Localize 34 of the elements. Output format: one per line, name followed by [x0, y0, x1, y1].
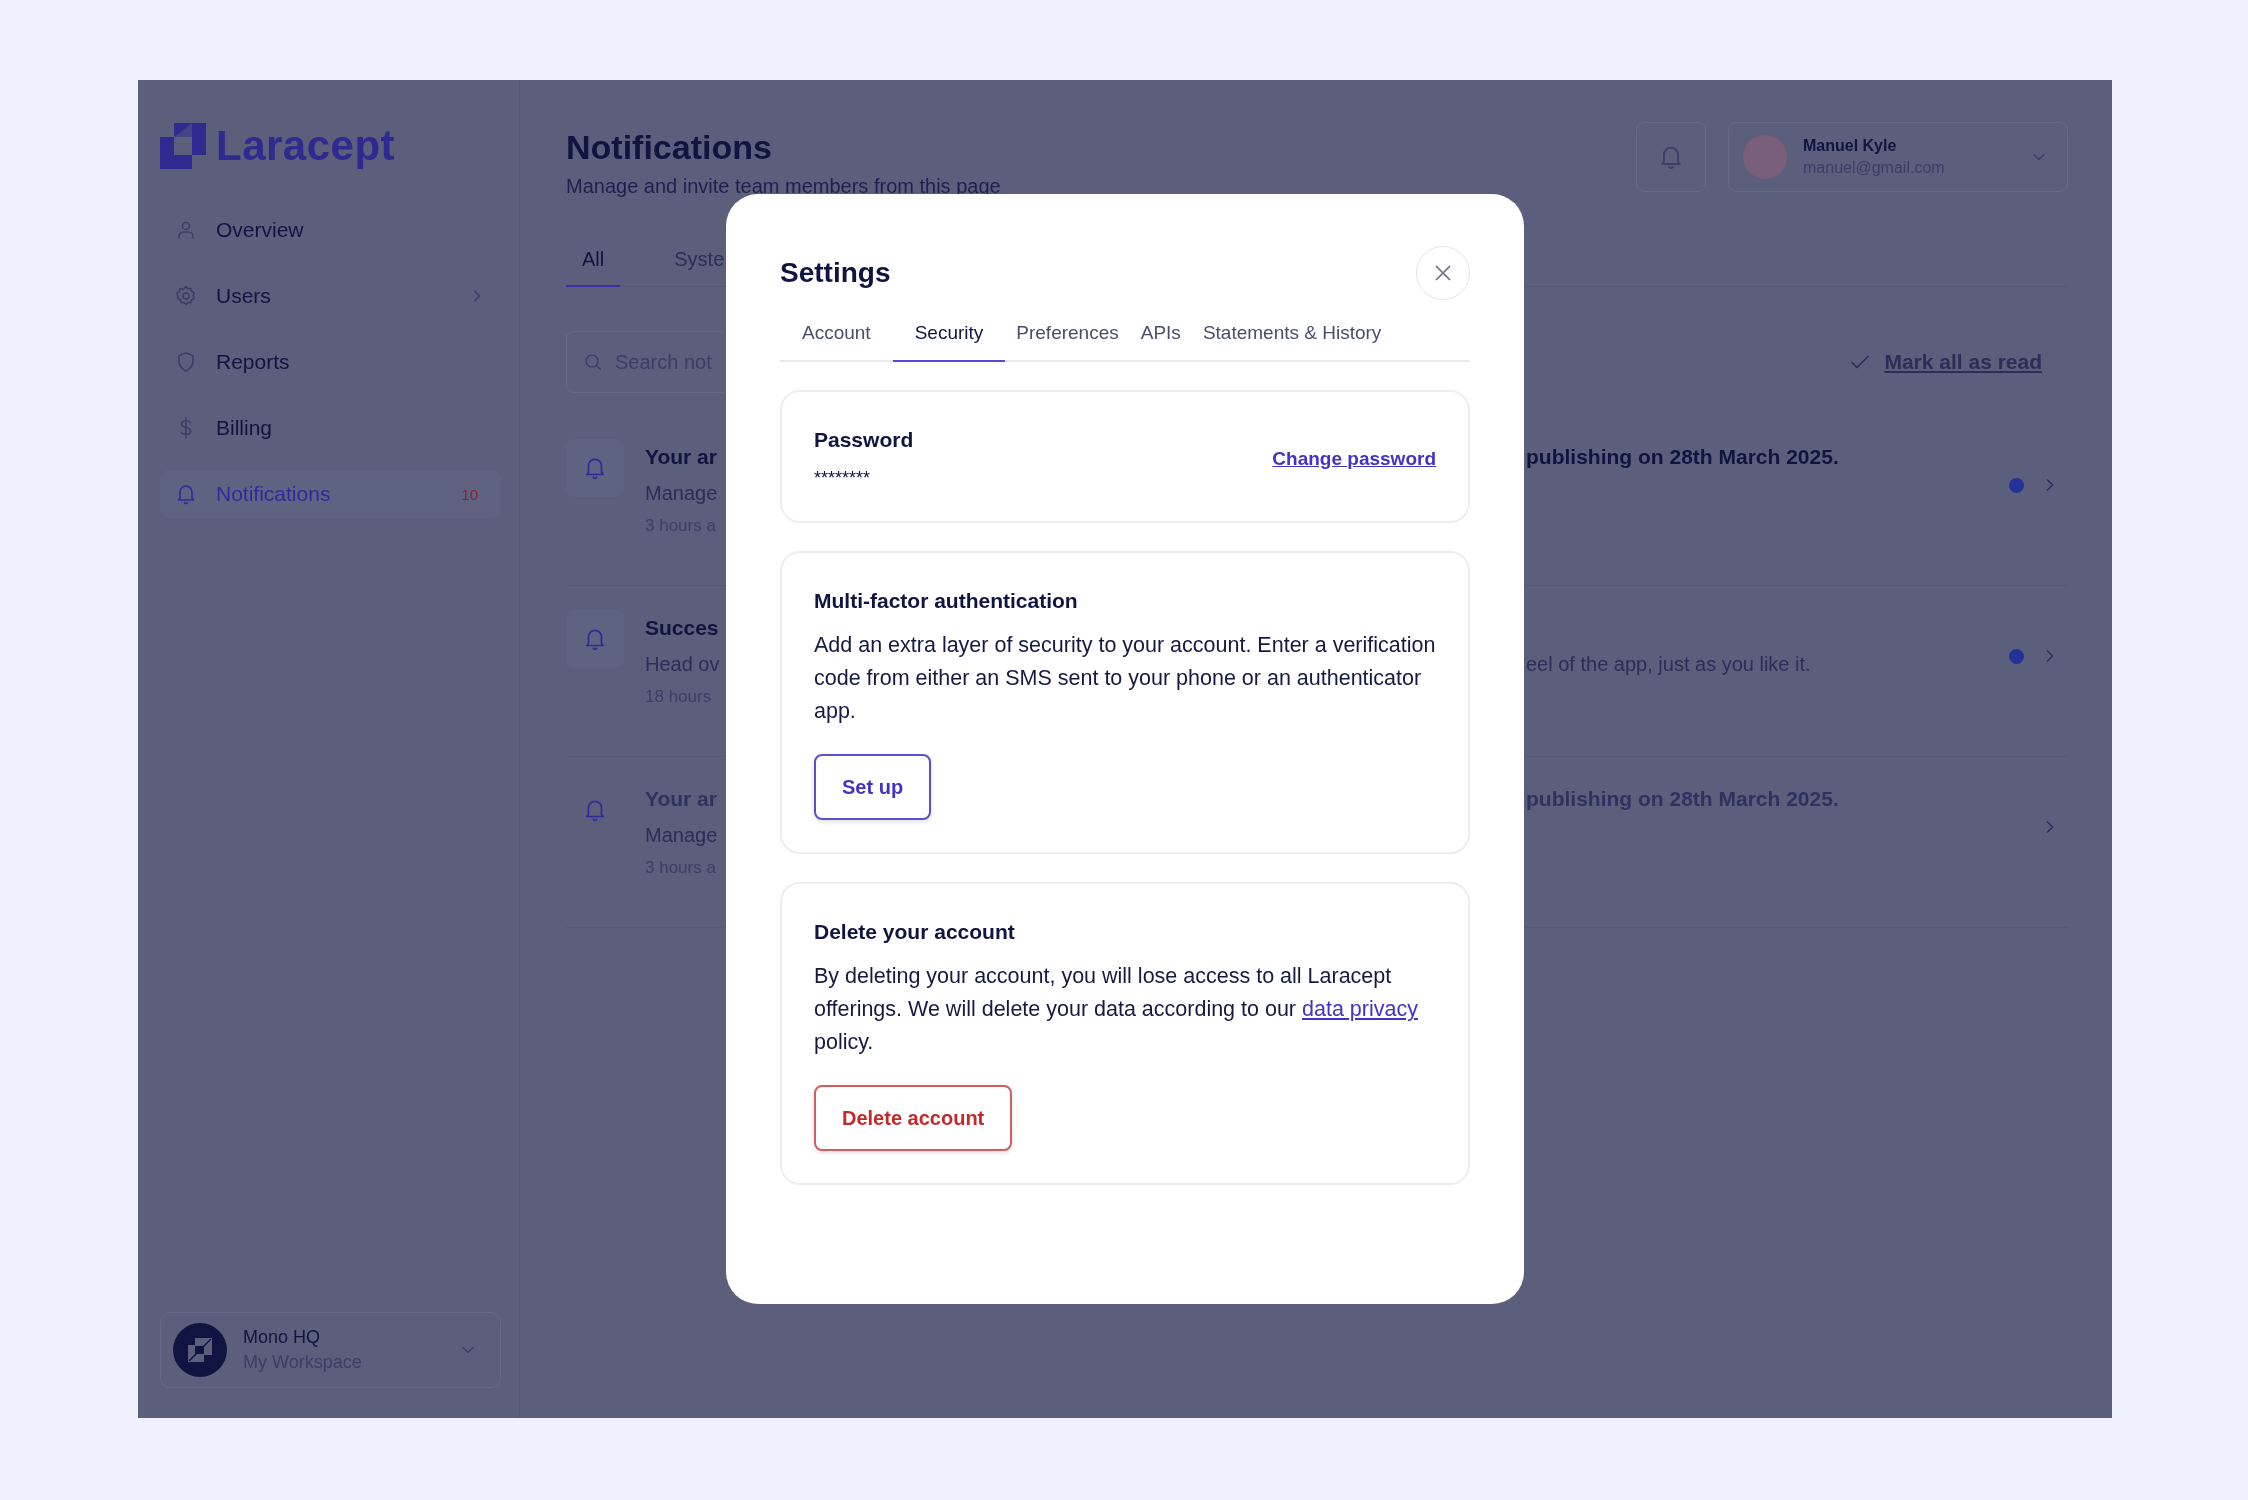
- tab[interactable]: Account: [780, 310, 893, 362]
- close-button[interactable]: [1416, 246, 1470, 300]
- page-title: Notifications: [566, 128, 773, 167]
- tab[interactable]: All: [566, 238, 621, 287]
- sidebar-item[interactable]: Billing: [160, 404, 501, 452]
- avatar: [1743, 135, 1787, 179]
- search-icon: [582, 351, 604, 373]
- notification-title: Your ar: [645, 444, 718, 470]
- logo-icon: [160, 123, 206, 169]
- tab[interactable]: Statements & History: [1191, 310, 1393, 362]
- set-up-button[interactable]: Set up: [814, 754, 932, 820]
- notifications-button[interactable]: [1636, 122, 1706, 192]
- change-password-link[interactable]: Change password: [1272, 447, 1436, 470]
- workspace-logo-icon: [173, 1323, 227, 1377]
- settings-icon: [174, 284, 198, 308]
- card-description: By deleting your account, you will lose access to all Laracept offerings. We will delete your data according to our data privacy policy.: [814, 963, 1419, 1056]
- count-badge: 10: [452, 481, 487, 507]
- dialog-title: Settings: [780, 257, 891, 289]
- sidebar-item[interactable]: Overview: [160, 206, 501, 254]
- sidebar-item[interactable]: Notifications 10: [160, 470, 501, 518]
- tab[interactable]: Preferences: [1005, 310, 1130, 362]
- password-value: ********: [814, 468, 872, 489]
- card-description: Add an extra layer of security to your account. Enter a verification code from either an SMS sent to your phone or an authenticator app.: [814, 632, 1436, 725]
- delete-account-button[interactable]: Delete account: [814, 1085, 1013, 1151]
- notification-title: publishing on 28th March 2025.: [1526, 445, 1839, 468]
- card-heading: Delete your account: [814, 920, 1016, 944]
- sidebar-item[interactable]: Users: [160, 272, 501, 320]
- sidebar-item[interactable]: Reports: [160, 338, 501, 386]
- card-heading: Multi-factor authentication: [814, 589, 1079, 613]
- card-heading: Password: [814, 428, 915, 452]
- notification-title: Succes: [645, 615, 720, 641]
- tab[interactable]: APIs: [1129, 310, 1192, 362]
- privacy-link[interactable]: data privacy: [1302, 997, 1418, 1021]
- tab[interactable]: Security: [892, 310, 1006, 362]
